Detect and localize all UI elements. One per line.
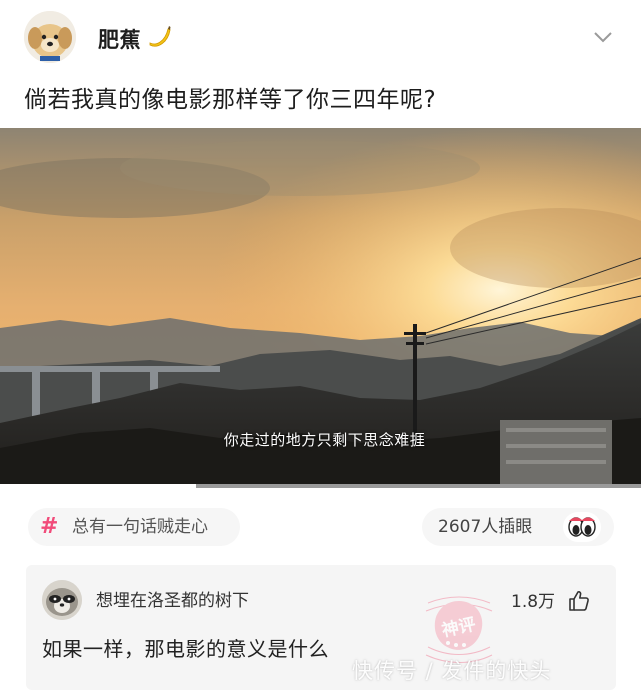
watermark-text: 快传号 / 发件的快头 (352, 659, 552, 683)
user-avatar[interactable] (24, 11, 76, 63)
comment-text: 如果一样，那电影的意义是什么 (42, 637, 329, 661)
hash-icon: # (40, 514, 59, 539)
chevron-down-icon[interactable] (592, 30, 614, 44)
video-player[interactable]: 你走过的地方只剩下思念难捱 (0, 128, 641, 488)
reaction-button[interactable]: 2607人插眼 (422, 508, 614, 546)
commenter-avatar[interactable] (42, 580, 82, 620)
top-comment[interactable]: 想埋在洛圣都的树下 1.8万 如果一样，那电影的意义是什么 神评 快传号 / 发… (26, 565, 616, 690)
comment-like-count: 1.8万 (511, 592, 556, 612)
thumbs-up-icon[interactable] (567, 589, 591, 613)
reaction-count: 2607人插眼 (438, 517, 533, 537)
banana-emoji-icon (149, 26, 171, 47)
raccoon-avatar-icon (42, 580, 82, 620)
dog-avatar-icon (24, 11, 76, 63)
eyes-icon (563, 512, 601, 542)
username[interactable]: 肥蕉 (98, 24, 141, 54)
commenter-name[interactable]: 想埋在洛圣都的树下 (96, 591, 249, 611)
post-header: 肥蕉 (0, 0, 641, 70)
post-text: 倘若我真的像电影那样等了你三四年呢? (24, 87, 437, 113)
video-subtitle: 你走过的地方只剩下思念难捱 (223, 431, 426, 449)
topic-label: 总有一句话贼走心 (72, 517, 208, 537)
topic-tag[interactable]: # 总有一句话贼走心 (28, 508, 240, 546)
